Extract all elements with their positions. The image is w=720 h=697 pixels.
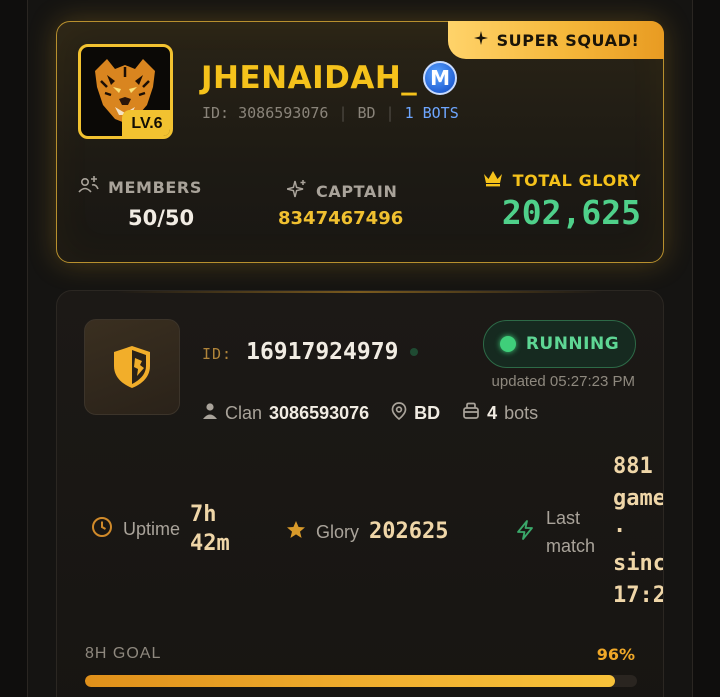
shield-icon [114,346,150,388]
goal-progress-fill [85,675,615,687]
location-pin-icon [391,402,407,425]
bots-info: 4 bots [462,402,538,425]
members-stat: MEMBERS 50/50 [77,176,202,230]
uptime-metric: Uptime 7h 42m [91,501,230,558]
running-led [499,336,516,352]
total-glory-stat: TOTAL GLORY 202,625 [482,169,641,232]
uptime-label: Uptime [123,519,181,540]
goal-progress-bar [85,675,637,687]
squad-name-row: JHENAIDAH_ M [201,60,458,96]
bots-box-icon [462,402,480,425]
updated-timestamp: updated 05:27:23 PM [491,373,635,390]
running-status-pill[interactable]: RUNNING [483,320,636,368]
uptime-minutes: 42m [190,530,230,556]
games-line: 17:2 [613,583,664,609]
clan-value: 3086593076 [269,403,370,423]
last-match-metric: Last match [514,505,595,561]
squad-card[interactable]: SUPER SQUAD! LV.6 JHENAIDAH_ M ID: 30865… [56,21,664,263]
clan-info: Clan 3086593076 [202,402,369,425]
separator: | [338,104,348,122]
bot-id-label: ID: [202,345,233,363]
crown-icon [482,169,504,191]
separator: | [385,104,395,122]
clan-label: Clan [225,403,263,423]
squad-bots-link[interactable]: 1 BOTS [405,104,459,122]
bots-label: bots [504,403,539,423]
squad-region: BD [357,104,376,122]
bot-id-value[interactable]: 16917924979 [246,339,398,365]
bot-avatar [84,319,180,415]
bot-info-row: Clan 3086593076 BD 4 bots [202,402,560,425]
goal-label: 8H GOAL [85,645,162,662]
captain-label: CAPTAIN [316,181,398,201]
total-glory-value: 202,625 [501,193,641,232]
last-match-label-line1: Last [546,508,581,528]
last-match-label-line2: match [546,535,596,556]
last-match-label: Last match [546,505,595,561]
squad-id: ID: 3086593076 [202,104,329,122]
lightning-icon [514,519,536,546]
goal-percent: 96% [596,645,635,664]
uptime-value: 7h 42m [190,501,230,558]
total-glory-label: TOTAL GLORY [512,170,641,190]
glory-value: 202625 [369,519,449,544]
games-since-value: 881 games · since 17:2 [613,451,664,613]
squad-meta: ID: 3086593076 | BD | 1 BOTS [202,104,459,122]
status-dot [410,348,419,356]
captain-stat: CAPTAIN 8347467496 [278,179,403,229]
captain-value[interactable]: 8347467496 [278,208,403,229]
clock-icon [91,516,113,543]
level-badge: LV.6 [122,110,170,136]
region-info: BD [391,402,440,425]
glory-label: Glory [316,521,360,542]
members-value: 50/50 [128,206,195,230]
members-label: MEMBERS [108,177,202,197]
uptime-hours: 7h [190,502,217,527]
star-icon [473,30,489,50]
glory-metric: Glory 202625 [286,518,449,547]
bot-id-row: ID: 16917924979 [202,339,419,365]
bot-card[interactable]: ID: 16917924979 RUNNING updated 05:27:23… [56,290,664,697]
games-line: 881 [613,454,653,479]
running-status-label: RUNNING [525,334,620,354]
members-icon [77,176,99,198]
glory-star-icon [286,520,306,545]
verified-m-badge: M [423,61,458,95]
super-squad-badge: SUPER SQUAD! [448,21,664,59]
squad-avatar[interactable]: LV.6 [78,44,173,139]
games-line: · [613,518,627,544]
games-line: games [613,486,663,512]
squad-name: JHENAIDAH_ [201,60,418,96]
super-squad-label: SUPER SQUAD! [496,30,640,50]
games-line: since [613,550,663,576]
bot-region: BD [414,403,441,423]
person-icon [202,402,218,425]
bots-count: 4 [487,403,498,423]
captain-sparkle-icon [286,179,307,203]
